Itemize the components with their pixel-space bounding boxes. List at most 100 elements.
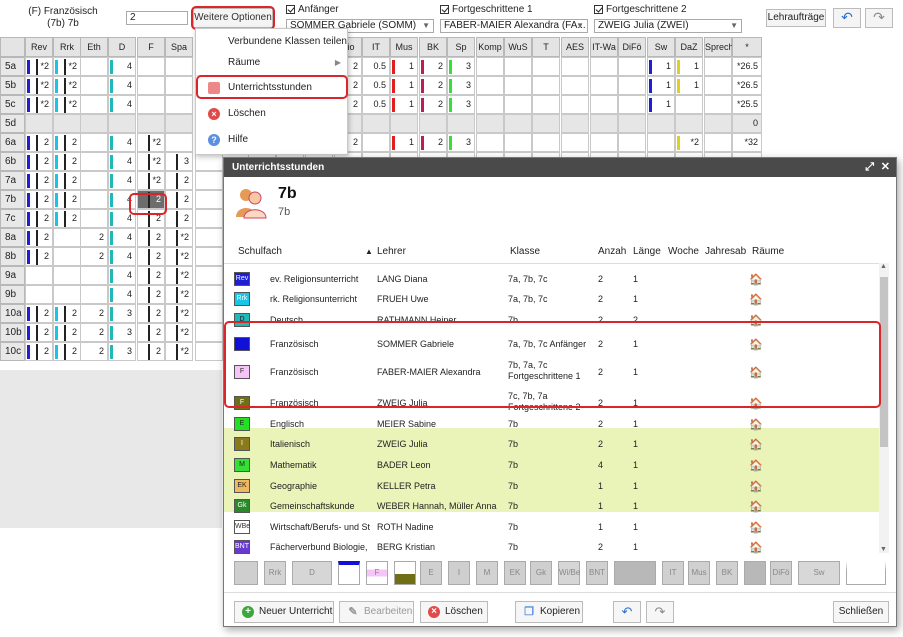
grid-cell[interactable] <box>675 95 703 114</box>
color-swatch[interactable]: E <box>420 561 442 585</box>
grid-row-label[interactable]: 5d <box>0 114 25 133</box>
col-laenge[interactable]: Länge <box>633 246 661 257</box>
house-icon[interactable]: 🏠 <box>749 366 763 379</box>
grid-cell[interactable] <box>80 171 108 190</box>
grid-cell[interactable]: 2 <box>53 342 81 361</box>
grid-cell[interactable]: 2 <box>53 152 81 171</box>
color-swatch[interactable]: Mus <box>688 561 710 585</box>
grid-cell[interactable]: *2 <box>137 171 165 190</box>
grid-cell[interactable] <box>195 209 223 228</box>
grid-cell[interactable]: 1 <box>647 76 675 95</box>
grid-cell[interactable]: 2 <box>137 323 165 342</box>
undo-button[interactable]: ↶ <box>833 8 861 28</box>
grid-cell[interactable] <box>476 114 504 133</box>
teacher-select-fortgeschrittene-2[interactable]: ZWEIG Julia (ZWEI) ▼ <box>594 19 742 33</box>
grid-cell[interactable] <box>362 114 390 133</box>
grid-cell[interactable]: *25.5 <box>732 95 762 114</box>
grid-cell[interactable] <box>532 95 560 114</box>
grid-cell[interactable]: 0 <box>732 114 762 133</box>
grid-cell[interactable]: 2 <box>25 342 53 361</box>
grid-cell[interactable]: 2 <box>165 209 193 228</box>
grid-cell[interactable]: *2 <box>25 57 53 76</box>
grid-cell[interactable] <box>476 133 504 152</box>
grid-row-label[interactable]: 5b <box>0 76 25 95</box>
grid-cell[interactable]: 2 <box>419 76 447 95</box>
grid-cell[interactable]: *2 <box>165 228 193 247</box>
grid-cell[interactable] <box>195 323 223 342</box>
grid-cell[interactable]: 2 <box>80 304 108 323</box>
grid-cell[interactable]: 2 <box>137 228 165 247</box>
grid-cell[interactable] <box>25 285 53 304</box>
grid-cell[interactable] <box>195 342 223 361</box>
grid-cell[interactable]: 2 <box>137 247 165 266</box>
grid-cell[interactable] <box>80 285 108 304</box>
grid-cell[interactable] <box>561 133 589 152</box>
grid-cell[interactable] <box>704 114 732 133</box>
grid-cell[interactable]: 4 <box>108 266 136 285</box>
table-row[interactable]: BNT Fächerverbund Biologie, BERG Kristian 2… <box>224 537 879 556</box>
grid-cell[interactable] <box>590 133 618 152</box>
col-raeume[interactable]: Räume <box>752 246 784 257</box>
grid-cell[interactable]: 2 <box>25 171 53 190</box>
grid-cell[interactable] <box>532 57 560 76</box>
grid-cell[interactable] <box>561 95 589 114</box>
grid-cell[interactable]: 4 <box>108 285 136 304</box>
grid-cell[interactable] <box>618 133 646 152</box>
grid-cell[interactable]: 2 <box>419 133 447 152</box>
grid-cell[interactable] <box>390 114 418 133</box>
grid-cell[interactable] <box>532 133 560 152</box>
grid-cell[interactable] <box>165 57 193 76</box>
hours-input[interactable]: 2 <box>126 11 188 25</box>
grid-cell[interactable] <box>137 57 165 76</box>
grid-cell[interactable]: 4 <box>108 76 136 95</box>
grid-cell[interactable] <box>137 114 165 133</box>
color-swatch[interactable]: Sw <box>798 561 840 585</box>
lehrauftraege-button[interactable]: Lehraufträge <box>766 9 826 27</box>
grid-row-label[interactable]: 5c <box>0 95 25 114</box>
checkbox-fortgeschrittene-1[interactable] <box>440 5 449 14</box>
grid-cell[interactable] <box>80 76 108 95</box>
grid-cell[interactable] <box>561 76 589 95</box>
table-row[interactable]: F Französisch FABER-MAIER Alexandra 2 1 7b, 7… <box>224 357 879 387</box>
grid-cell[interactable]: 3 <box>447 76 475 95</box>
grid-row-label[interactable]: 6b <box>0 152 25 171</box>
grid-cell[interactable] <box>476 76 504 95</box>
grid-cell[interactable] <box>504 133 532 152</box>
grid-cell[interactable] <box>561 114 589 133</box>
table-row[interactable]: Rrk rk. Religionsunterricht FRUEH Uwe 2 1 7a,… <box>224 289 879 309</box>
grid-cell[interactable] <box>80 57 108 76</box>
edit-button[interactable]: ✎ Bearbeiten <box>339 601 414 623</box>
grid-cell[interactable] <box>647 114 675 133</box>
table-row[interactable]: D Deutsch RATHMANN Heiner 2 2 7b 🏠 <box>224 310 879 330</box>
grid-cell[interactable]: 2 <box>137 304 165 323</box>
grid-cell[interactable] <box>195 266 223 285</box>
grid-cell[interactable] <box>165 95 193 114</box>
grid-cell[interactable]: 2 <box>53 209 81 228</box>
redo-button[interactable]: ↷ <box>865 8 893 28</box>
grid-cell[interactable]: 2 <box>80 228 108 247</box>
grid-cell[interactable] <box>532 76 560 95</box>
grid-cell[interactable]: 2 <box>25 209 53 228</box>
grid-cell[interactable]: 4 <box>108 190 136 209</box>
color-swatch[interactable] <box>338 561 360 585</box>
grid-cell[interactable]: 1 <box>647 95 675 114</box>
grid-cell[interactable]: 3 <box>108 323 136 342</box>
grid-cell[interactable] <box>590 95 618 114</box>
grid-cell[interactable]: 4 <box>108 171 136 190</box>
menu-item-loeschen[interactable]: × Löschen <box>196 102 347 126</box>
grid-cell[interactable]: 4 <box>108 228 136 247</box>
grid-cell[interactable]: *26.5 <box>732 57 762 76</box>
dialog-undo-button[interactable]: ↶ <box>613 601 641 623</box>
color-swatch[interactable] <box>744 561 766 585</box>
col-klasse[interactable]: Klasse <box>510 246 540 257</box>
grid-cell[interactable]: *2 <box>165 342 193 361</box>
grid-cell[interactable]: *32 <box>732 133 762 152</box>
grid-cell[interactable]: *26.5 <box>732 76 762 95</box>
table-row[interactable]: E Englisch MEIER Sabine 2 1 7b 🏠 <box>224 414 879 434</box>
grid-cell[interactable]: 3 <box>447 57 475 76</box>
grid-cell[interactable]: 2 <box>25 228 53 247</box>
grid-cell[interactable]: *2 <box>165 285 193 304</box>
grid-cell[interactable]: 4 <box>108 152 136 171</box>
grid-cell[interactable]: 2 <box>25 133 53 152</box>
grid-cell[interactable]: 4 <box>108 57 136 76</box>
